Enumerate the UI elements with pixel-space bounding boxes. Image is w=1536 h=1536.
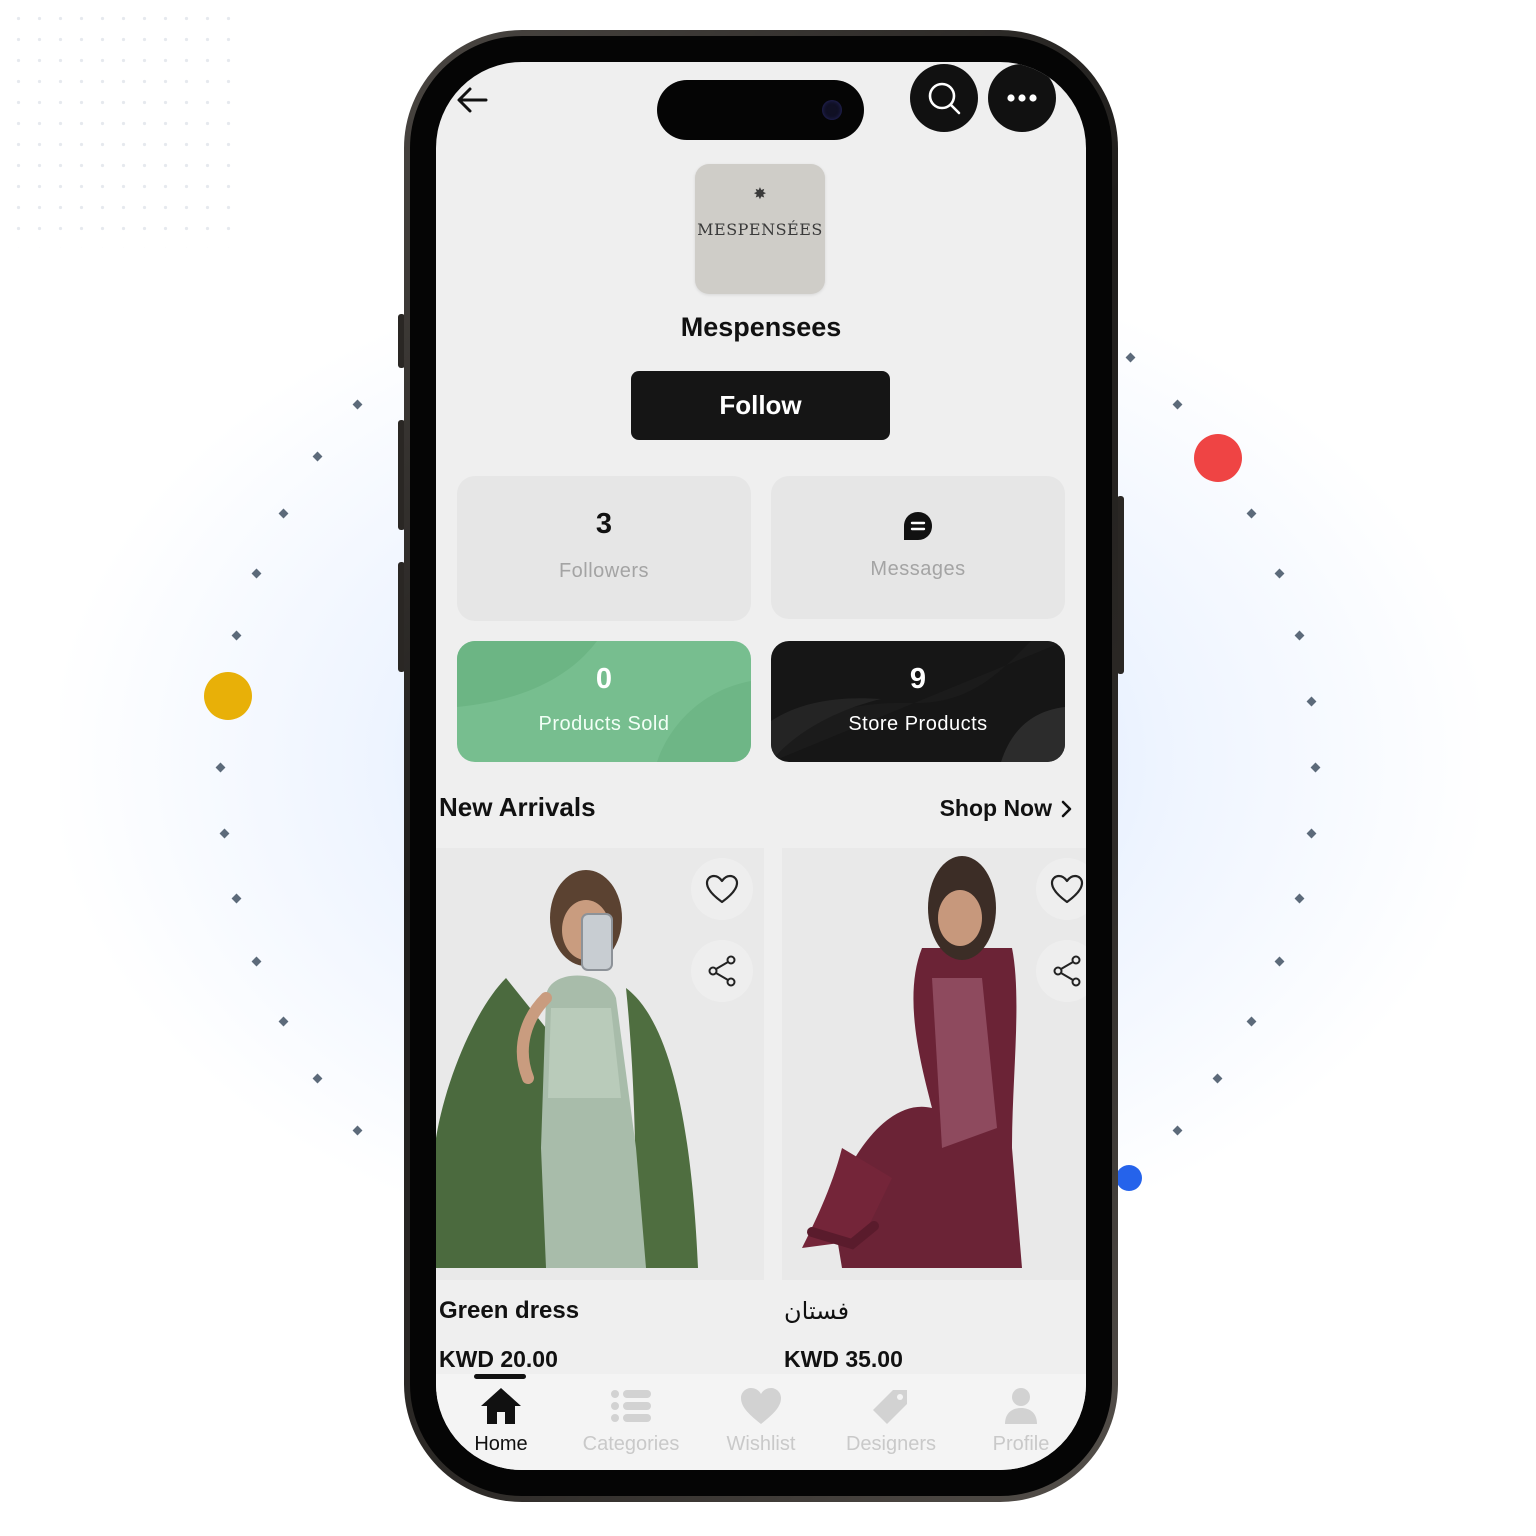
dynamic-island (657, 80, 864, 140)
product-name[interactable]: فستان (784, 1297, 849, 1325)
tab-wishlist[interactable]: Wishlist (696, 1386, 826, 1456)
front-camera (822, 100, 842, 120)
phone-power-button (1117, 496, 1124, 674)
product-name[interactable]: Green dress (439, 1297, 579, 1325)
bottom-tab-bar: Home Categories Wishlist Designers Profi… (436, 1374, 1086, 1470)
app-screen: ✸ MESPENSÉES Mespensees Follow 3 Followe… (436, 62, 1086, 1470)
share-button[interactable] (691, 940, 753, 1002)
tag-icon (873, 1390, 907, 1424)
store-logo: ✸ MESPENSÉES (695, 164, 825, 294)
arrow-left-icon[interactable] (454, 82, 490, 118)
blue-accent-dot (1116, 1165, 1142, 1191)
products-sold-label: Products Sold (538, 713, 670, 735)
more-horizontal-icon (1007, 94, 1037, 102)
share-icon (1053, 955, 1081, 987)
chat-bubble-icon (904, 512, 932, 540)
product-photo (802, 856, 1022, 1268)
tab-home[interactable]: Home (436, 1386, 566, 1456)
logo-text: MESPENSÉES (697, 220, 823, 239)
list-icon (611, 1390, 651, 1422)
follow-button[interactable]: Follow (631, 371, 890, 440)
decorative-dot-grid (8, 8, 233, 248)
shop-now-label: Shop Now (939, 795, 1052, 821)
search-icon (928, 82, 961, 115)
new-arrivals-title: New Arrivals (439, 792, 596, 822)
store-products-count: 9 (909, 663, 927, 695)
store-products-card[interactable]: 9 Store Products (771, 641, 1065, 762)
logo-mark: ✸ (753, 186, 767, 203)
followers-card[interactable]: 3 Followers (457, 476, 751, 621)
tab-categories[interactable]: Categories (566, 1386, 696, 1456)
user-icon (1005, 1388, 1037, 1424)
followers-label: Followers (558, 560, 650, 582)
tab-designers-label: Designers (845, 1433, 937, 1455)
heart-outline-icon (705, 874, 739, 904)
tab-wishlist-label: Wishlist (726, 1433, 796, 1455)
active-tab-indicator (474, 1374, 526, 1379)
tab-categories-label: Categories (582, 1433, 680, 1455)
heart-icon (741, 1388, 781, 1424)
card-wave-decoration (771, 641, 1065, 762)
tab-profile-label: Profile (992, 1433, 1050, 1455)
share-icon (708, 955, 736, 987)
shop-now-link[interactable]: Shop Now (940, 795, 1072, 822)
red-accent-dot (1194, 434, 1242, 482)
store-products-label: Store Products (848, 713, 988, 735)
products-sold-count: 0 (595, 663, 613, 695)
home-icon (481, 1388, 521, 1424)
heart-outline-icon (1050, 874, 1084, 904)
store-name: Mespensees (680, 312, 842, 342)
tab-profile[interactable]: Profile (956, 1386, 1086, 1456)
tab-home-label: Home (474, 1433, 528, 1455)
wishlist-button[interactable] (691, 858, 753, 920)
card-wave-decoration (457, 641, 751, 762)
messages-card[interactable]: Messages (771, 476, 1065, 619)
product-image-dress[interactable] (782, 848, 1086, 1280)
more-options-button[interactable] (988, 64, 1056, 132)
tab-designers[interactable]: Designers (826, 1386, 956, 1456)
followers-count: 3 (595, 508, 613, 540)
chevron-right-icon (1061, 800, 1072, 817)
search-button[interactable] (910, 64, 978, 132)
products-sold-card[interactable]: 0 Products Sold (457, 641, 751, 762)
product-price: KWD 20.00 (439, 1346, 558, 1372)
product-price: KWD 35.00 (784, 1346, 903, 1372)
messages-label: Messages (870, 558, 966, 580)
yellow-accent-dot (204, 672, 252, 720)
